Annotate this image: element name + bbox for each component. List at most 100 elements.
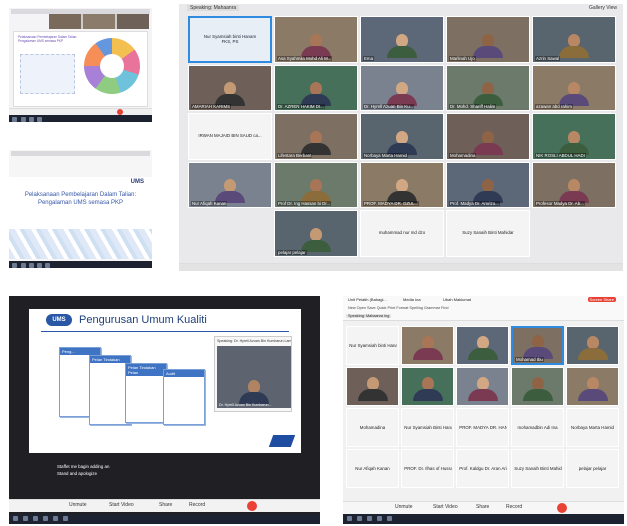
participant-name: PROF. Dr. Ilhas of Hussain bbox=[404, 465, 452, 471]
toolbar[interactable]: New Open Save Quick Print Format Spellin… bbox=[348, 306, 448, 310]
participant-tile[interactable]: Ema bbox=[360, 16, 444, 63]
zoom-controls[interactable] bbox=[179, 263, 623, 271]
participant-tile[interactable] bbox=[456, 326, 509, 365]
tab-1[interactable]: Unit Pelatih (Bahagi... bbox=[348, 297, 387, 302]
participant-name: Profesor Madya Dr. Ab... bbox=[535, 201, 585, 206]
participant-tile[interactable]: Marlinah Ujo bbox=[446, 16, 530, 63]
participant-tile[interactable]: Norbaya Marta Hamid bbox=[566, 408, 619, 447]
participant-video bbox=[412, 336, 443, 360]
participant-name: Lifestara Berbant bbox=[277, 152, 313, 158]
participant-tile[interactable]: Profesor Madya Dr. Ab... bbox=[532, 161, 616, 208]
participant-tile[interactable] bbox=[511, 367, 564, 406]
share-button[interactable]: Share bbox=[159, 502, 172, 508]
end-call-button[interactable] bbox=[247, 501, 257, 511]
participant-tile[interactable]: Suzy Sanaih Binti Mahidar bbox=[446, 210, 530, 257]
participant-tile[interactable]: Dr. Mohd. Shariff Halim bbox=[446, 64, 530, 111]
participant-video bbox=[301, 179, 331, 203]
mindmap-graphic bbox=[84, 38, 140, 94]
participant-tile[interactable]: Nur Afiqah Kanan bbox=[188, 161, 272, 208]
participant-tile[interactable] bbox=[401, 326, 454, 365]
participant-tile[interactable]: Asa Syahmila Mohd Ali M... bbox=[274, 16, 358, 63]
participant-tile[interactable]: Suzy Sanaih Binti Mahidar bbox=[511, 449, 564, 488]
slide-area: Pelaksanaan Pembelajaran Dalam Talian: P… bbox=[13, 31, 148, 107]
speaker-thumbnails bbox=[49, 14, 149, 29]
ums-logo: UMS bbox=[130, 179, 144, 185]
caption: Staffet me bagin adding an Stand and apo… bbox=[57, 464, 110, 476]
participant-grid: Nur Syamsiah binti Hanam Mohamad Ibu Moham… bbox=[346, 326, 622, 491]
participant-tile[interactable]: Dr. AZREN HAKIM DI... bbox=[274, 64, 358, 111]
participant-tile[interactable]: Lifestara Berbant bbox=[274, 113, 358, 160]
participant-video bbox=[522, 377, 553, 401]
participant-tile[interactable]: muhammad nur md dzo bbox=[360, 210, 444, 257]
participant-tile[interactable]: AMARIAH KARIMS bbox=[188, 64, 272, 111]
record-button[interactable]: Record bbox=[189, 502, 205, 508]
participant-name: Prof. Kaldgu Dr. Aran Arinka bbox=[459, 465, 507, 471]
slide-title: Pelaksanaan Pembelajaran Dalam Talian: P… bbox=[18, 35, 78, 43]
participant-tile[interactable]: Prof. Kaldgu Dr. Aran Arinka bbox=[456, 449, 509, 488]
participant-tile[interactable]: Prof Dr. Ing Hassan bi Dr... bbox=[274, 161, 358, 208]
participant-name: Norbaya Marta Hamid bbox=[363, 152, 408, 158]
ums-logo: UMS bbox=[46, 314, 72, 326]
participant-video bbox=[559, 33, 589, 58]
participant-tile[interactable]: NIK ROSLI ABDUL HADI bbox=[532, 113, 616, 160]
participant-name: Mohamadina bbox=[359, 424, 386, 430]
participant-tile[interactable]: Nur Afiqah Kanan bbox=[346, 449, 399, 488]
participant-tile[interactable]: Mohamadina bbox=[346, 408, 399, 447]
participant-tile[interactable]: mohamadbin Adi Ina bbox=[511, 408, 564, 447]
participant-tile[interactable]: PROF. MADYA DR. HANAFI ba... bbox=[456, 408, 509, 447]
participant-tile[interactable]: Dr. Hyrell Azuan Bin Ku... bbox=[360, 64, 444, 111]
end-call-button[interactable] bbox=[557, 503, 567, 513]
participant-tile[interactable]: Norbaya Marta Hamid bbox=[360, 113, 444, 160]
participant-tile[interactable]: Nur Syamsiah binti Hanam bbox=[346, 326, 399, 365]
participant-video bbox=[473, 179, 503, 203]
participant-tile[interactable]: Nur Syamsiah Binti Hanam bbox=[401, 408, 454, 447]
participant-name: Asa Syahmila Mohd Ali M... bbox=[277, 55, 333, 61]
process-box: Pelan Tindakan Pelan bbox=[125, 363, 167, 423]
start-video-button[interactable]: Start Video bbox=[433, 504, 458, 510]
participant-video bbox=[522, 335, 553, 359]
participant-video bbox=[301, 82, 331, 106]
participant-video bbox=[559, 179, 589, 203]
participant-tile[interactable] bbox=[456, 367, 509, 406]
participant-tile[interactable]: Mohamadina bbox=[446, 113, 530, 160]
participant-name: azawan abd rahim bbox=[535, 104, 573, 109]
participant-video bbox=[473, 82, 503, 106]
participant-tile[interactable]: Prof. Madya Dr. Amrizo... bbox=[446, 161, 530, 208]
participant-tile[interactable]: pelajar pelajar bbox=[566, 449, 619, 488]
view-button[interactable]: Gallery View bbox=[589, 5, 617, 11]
unmute-button[interactable]: Unmute bbox=[395, 504, 413, 510]
participant-video bbox=[577, 377, 608, 401]
share-button[interactable]: Share bbox=[476, 504, 489, 510]
participant-tile[interactable]: Mohamad Ibu bbox=[511, 326, 564, 365]
tab-3[interactable]: Ubah Maklumat bbox=[443, 297, 471, 302]
speaker-header: Speaking: Dr. Hyrell Azuan Bin Kumbarun … bbox=[217, 339, 291, 343]
zoom-controls[interactable]: Unmute Start Video Share Record bbox=[9, 499, 320, 512]
participant-name: Nur Syamsiah binti Hanam bbox=[349, 342, 397, 348]
participant-tile[interactable]: IRWAN MAJAID BIN SAUD ca... bbox=[188, 113, 272, 160]
participant-name: pelajar pelajar bbox=[277, 249, 307, 255]
screenshot-slide-ums: UMS Pelaksanaan Pembelajaran Dalam Talia… bbox=[9, 150, 152, 268]
participant-name: Azrin Sawal bbox=[535, 55, 561, 61]
zoom-controls[interactable]: Unmute Start Video Share Record bbox=[343, 501, 624, 514]
zoom-gallery-bottom: Unit Pelatih (Bahagi... Media Ina Ubah M… bbox=[343, 296, 624, 524]
record-button[interactable]: Record bbox=[506, 504, 522, 510]
unmute-button[interactable]: Unmute bbox=[69, 502, 87, 508]
tab-2[interactable]: Media Ina bbox=[403, 297, 421, 302]
participant-tile[interactable]: Azrin Sawal bbox=[532, 16, 616, 63]
participant-tile[interactable]: pelajar pelajar bbox=[274, 210, 358, 257]
participant-tile[interactable] bbox=[401, 367, 454, 406]
participant-tile[interactable] bbox=[566, 326, 619, 365]
participant-tile[interactable]: azawan abd rahim bbox=[532, 64, 616, 111]
participant-video bbox=[387, 82, 417, 106]
screen-share-button[interactable]: Screen Share bbox=[587, 297, 616, 302]
participant-tile[interactable] bbox=[566, 367, 619, 406]
participant-tile[interactable]: PROF. Dr. Ilhas of Hussain bbox=[401, 449, 454, 488]
participant-tile[interactable]: Nur Syamsiah binti Hanam FKS, PS bbox=[188, 16, 272, 63]
participant-video bbox=[412, 377, 443, 401]
participant-tile[interactable]: PROF. MADYA DR. DZUL... bbox=[360, 161, 444, 208]
participant-tile[interactable] bbox=[346, 367, 399, 406]
speaker-video-window[interactable]: Speaking: Dr. Hyrell Azuan Bin Kumbarun … bbox=[214, 336, 292, 412]
start-video-button[interactable]: Start Video bbox=[109, 502, 134, 508]
participant-name: NIK ROSLI ABDUL HADI bbox=[535, 152, 586, 158]
zoom-controls[interactable] bbox=[9, 108, 152, 115]
